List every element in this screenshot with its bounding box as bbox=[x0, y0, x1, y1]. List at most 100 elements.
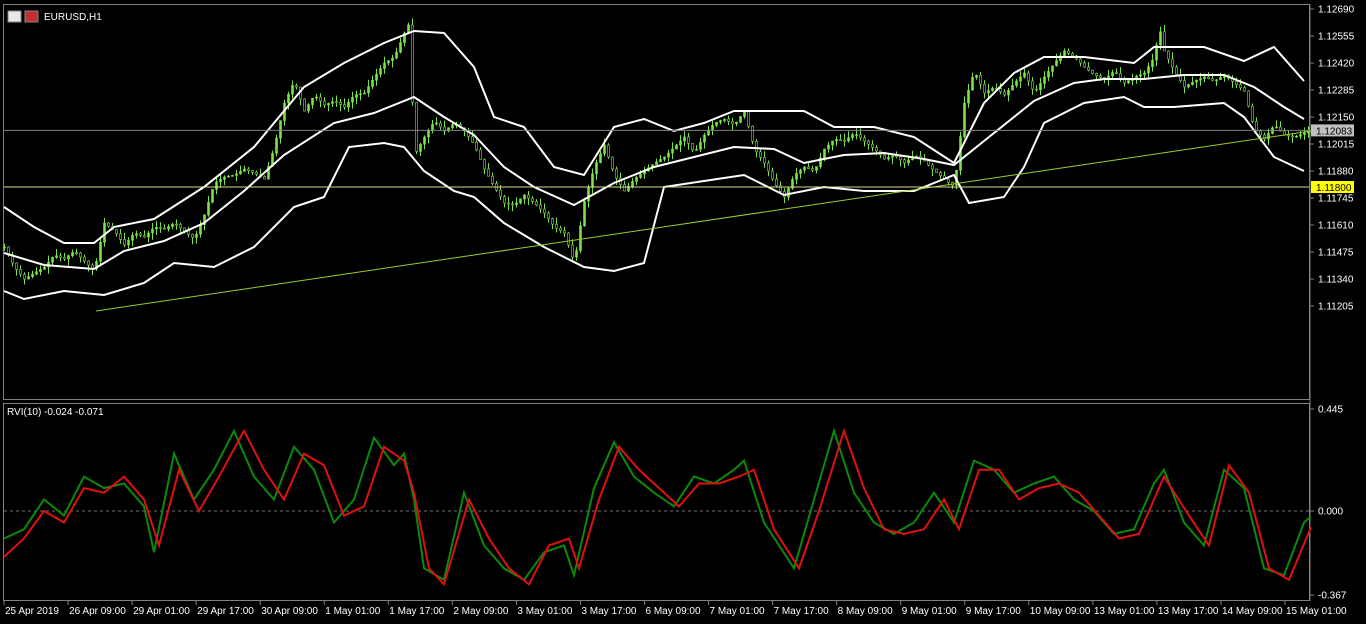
candle-body bbox=[243, 168, 246, 172]
chart-window[interactable]: EURUSD,H1 RVI(10) -0.024 -0.071 1.12690 1… bbox=[0, 0, 1366, 624]
time-tick-label: 14 May 09:00 bbox=[1222, 606, 1283, 617]
candle-body bbox=[1239, 84, 1242, 89]
candle-body bbox=[483, 159, 486, 170]
time-tick-label: 8 May 09:00 bbox=[838, 606, 893, 617]
candle-body bbox=[1023, 72, 1026, 78]
candle-body bbox=[1175, 66, 1178, 75]
candle-body bbox=[411, 24, 414, 103]
candle-body bbox=[119, 233, 122, 240]
candle-body bbox=[635, 177, 638, 182]
candle-body bbox=[751, 125, 754, 142]
candle-body bbox=[1095, 73, 1098, 77]
candle-body bbox=[823, 148, 826, 159]
candle-body bbox=[1135, 75, 1138, 79]
candle-body bbox=[803, 166, 806, 171]
candle-body bbox=[51, 257, 54, 263]
symbol-timeframe-label: EURUSD,H1 bbox=[44, 12, 102, 23]
candle-body bbox=[171, 223, 174, 227]
candle-body bbox=[379, 68, 382, 75]
candle-body bbox=[263, 176, 266, 180]
candle-body bbox=[1039, 83, 1042, 91]
candle-body bbox=[195, 233, 198, 238]
candle-body bbox=[223, 176, 226, 180]
candle-body bbox=[103, 222, 106, 243]
candle-body bbox=[771, 170, 774, 180]
time-tick-label: 13 May 17:00 bbox=[1158, 606, 1219, 617]
candle-body bbox=[1011, 85, 1014, 91]
candle-body bbox=[439, 122, 442, 128]
candle-body bbox=[163, 227, 166, 230]
candle-body bbox=[811, 168, 814, 171]
candle-body bbox=[159, 227, 162, 229]
candle-body bbox=[1243, 87, 1246, 92]
candle-body bbox=[547, 212, 550, 219]
candle-body bbox=[207, 201, 210, 216]
time-tick-label: 9 May 17:00 bbox=[966, 606, 1021, 617]
candle-body bbox=[691, 143, 694, 151]
candle-body bbox=[311, 97, 314, 105]
time-tick-label: 1 May 01:00 bbox=[325, 606, 380, 617]
candle-body bbox=[471, 136, 474, 143]
candle-body bbox=[519, 198, 522, 204]
candle-body bbox=[799, 169, 802, 174]
candle-body bbox=[1203, 76, 1206, 79]
candle-body bbox=[1199, 78, 1202, 81]
time-tick-label: 6 May 09:00 bbox=[646, 606, 701, 617]
candle-body bbox=[499, 189, 502, 197]
candle-body bbox=[891, 155, 894, 158]
candle-body bbox=[1259, 130, 1262, 136]
candle-body bbox=[699, 141, 702, 150]
price-tick-label: 1.12150 bbox=[1318, 113, 1355, 124]
candle-body bbox=[1163, 31, 1166, 52]
candle-body bbox=[527, 194, 530, 199]
candle-body bbox=[1063, 50, 1066, 57]
candle-body bbox=[731, 121, 734, 125]
candle-body bbox=[451, 124, 454, 129]
candle-body bbox=[623, 184, 626, 192]
candle-body bbox=[867, 140, 870, 145]
candle-body bbox=[555, 223, 558, 229]
level-price-badge-label: 1.11800 bbox=[1316, 183, 1352, 194]
candle-body bbox=[79, 252, 82, 258]
candle-body bbox=[631, 181, 634, 187]
rvi-tick-label: -0.367 bbox=[1318, 591, 1347, 602]
candle-body bbox=[847, 137, 850, 142]
candle-body bbox=[303, 98, 306, 112]
candle-body bbox=[1171, 58, 1174, 68]
candle-body bbox=[1187, 84, 1190, 88]
candle-body bbox=[399, 42, 402, 53]
candle-body bbox=[331, 101, 334, 104]
candle-body bbox=[71, 252, 74, 257]
candle-body bbox=[1079, 58, 1082, 64]
candle-body bbox=[415, 101, 418, 152]
candle-body bbox=[671, 148, 674, 154]
candle-body bbox=[235, 173, 238, 176]
candle-body bbox=[1087, 66, 1090, 71]
candle-body bbox=[871, 143, 874, 148]
price-tick-label: 1.12690 bbox=[1318, 5, 1355, 16]
candle-body bbox=[587, 187, 590, 202]
candle-body bbox=[343, 104, 346, 108]
candle-body bbox=[179, 224, 182, 229]
candle-body bbox=[151, 228, 154, 234]
candle-body bbox=[59, 255, 62, 258]
candle-body bbox=[1255, 121, 1258, 132]
candle-body bbox=[719, 120, 722, 123]
candle-body bbox=[131, 235, 134, 241]
candle-body bbox=[123, 239, 126, 246]
candle-body bbox=[675, 144, 678, 150]
candle-body bbox=[391, 57, 394, 61]
candle-body bbox=[831, 140, 834, 146]
candle-body bbox=[851, 134, 854, 139]
candle-body bbox=[1007, 89, 1010, 96]
chart-canvas[interactable]: EURUSD,H1 RVI(10) -0.024 -0.071 1.12690 1… bbox=[0, 0, 1366, 624]
candle-body bbox=[667, 152, 670, 158]
candle-body bbox=[1019, 76, 1022, 82]
candle-body bbox=[347, 101, 350, 108]
candle-body bbox=[487, 168, 490, 177]
candle-body bbox=[275, 137, 278, 154]
candle-body bbox=[139, 233, 142, 236]
candle-body bbox=[579, 225, 582, 251]
candle-body bbox=[967, 89, 970, 104]
candle-body bbox=[695, 149, 698, 151]
